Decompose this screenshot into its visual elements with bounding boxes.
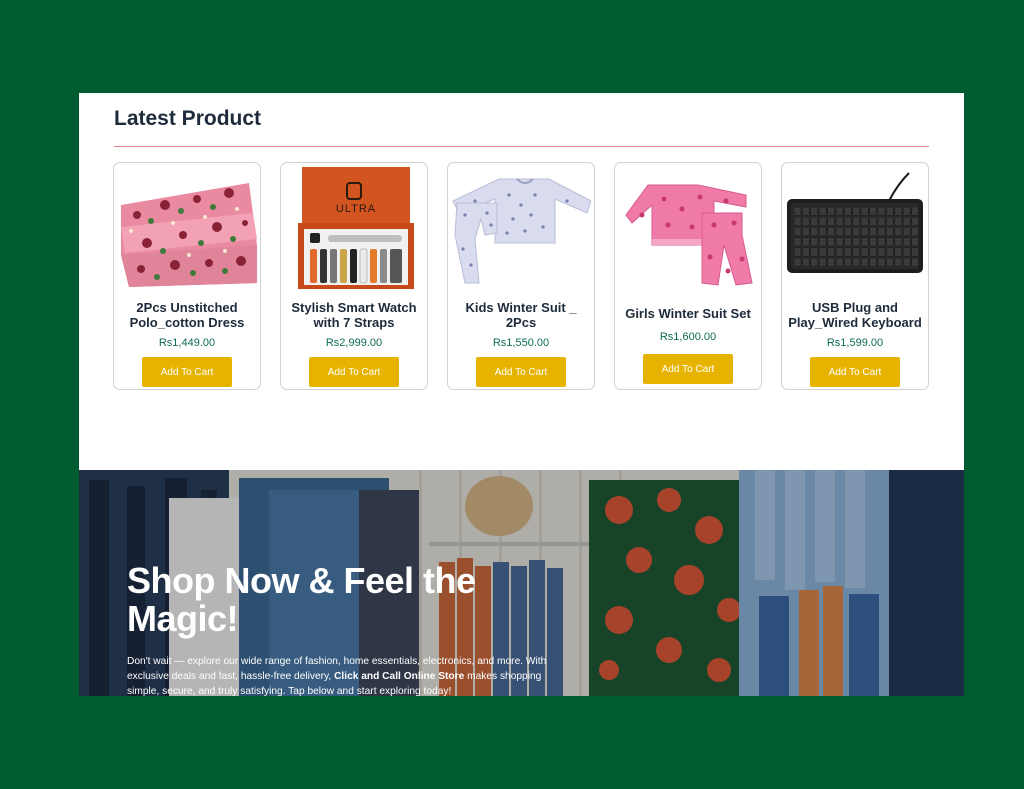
product-price: Rs1,550.00 bbox=[492, 337, 550, 349]
add-to-cart-button[interactable]: Add To Cart bbox=[476, 357, 566, 387]
product-card[interactable]: Girls Winter Suit Set Rs1,600.00 Add To … bbox=[614, 162, 762, 390]
product-image-girls-suit[interactable] bbox=[618, 165, 758, 292]
title-divider bbox=[114, 146, 929, 147]
product-grid: 2Pcs Unstitched Polo_cotton Dress Rs1,44… bbox=[113, 162, 930, 390]
latest-product-section: Latest Product 2Pcs Unstitched Polo_cott… bbox=[79, 93, 964, 470]
product-name[interactable]: Stylish Smart Watch with 7 Straps bbox=[285, 300, 423, 330]
product-card[interactable]: Kids Winter Suit _ 2Pcs Rs1,550.00 Add T… bbox=[447, 162, 595, 390]
product-name[interactable]: Kids Winter Suit _ 2Pcs bbox=[452, 300, 590, 330]
store-name: Click and Call Online Store bbox=[334, 671, 465, 682]
product-price: Rs2,999.00 bbox=[325, 337, 383, 349]
product-image-keyboard[interactable] bbox=[785, 165, 925, 292]
product-name[interactable]: 2Pcs Unstitched Polo_cotton Dress bbox=[118, 300, 256, 330]
hero-description: Don't wait — explore our wide range of f… bbox=[127, 656, 547, 696]
promo-banner: Shop Now & Feel the Magic! Don't wait — … bbox=[79, 470, 964, 696]
add-to-cart-button[interactable]: Add To Cart bbox=[309, 357, 399, 387]
add-to-cart-button[interactable]: Add To Cart bbox=[810, 357, 900, 387]
product-price: Rs1,449.00 bbox=[158, 337, 216, 349]
watch-brand-text: ULTRA bbox=[336, 203, 376, 215]
product-price: Rs1,599.00 bbox=[826, 337, 884, 349]
hero-title: Shop Now & Feel the Magic! bbox=[127, 560, 476, 639]
product-name[interactable]: Girls Winter Suit Set bbox=[619, 306, 757, 321]
product-card[interactable]: 2Pcs Unstitched Polo_cotton Dress Rs1,44… bbox=[113, 162, 261, 390]
product-card[interactable]: USB Plug and Play_Wired Keyboard Rs1,599… bbox=[781, 162, 929, 390]
product-price: Rs1,600.00 bbox=[659, 331, 717, 343]
product-image-fabric[interactable] bbox=[117, 165, 257, 292]
product-name[interactable]: USB Plug and Play_Wired Keyboard bbox=[786, 300, 924, 330]
add-to-cart-button[interactable]: Add To Cart bbox=[142, 357, 232, 387]
product-card[interactable]: ULTRA Stylish Smart Watch with 7 Straps … bbox=[280, 162, 428, 390]
product-image-kids-suit[interactable] bbox=[451, 165, 591, 292]
section-title: Latest Product bbox=[114, 107, 262, 130]
product-image-watch[interactable]: ULTRA bbox=[284, 165, 424, 292]
add-to-cart-button[interactable]: Add To Cart bbox=[643, 354, 733, 384]
